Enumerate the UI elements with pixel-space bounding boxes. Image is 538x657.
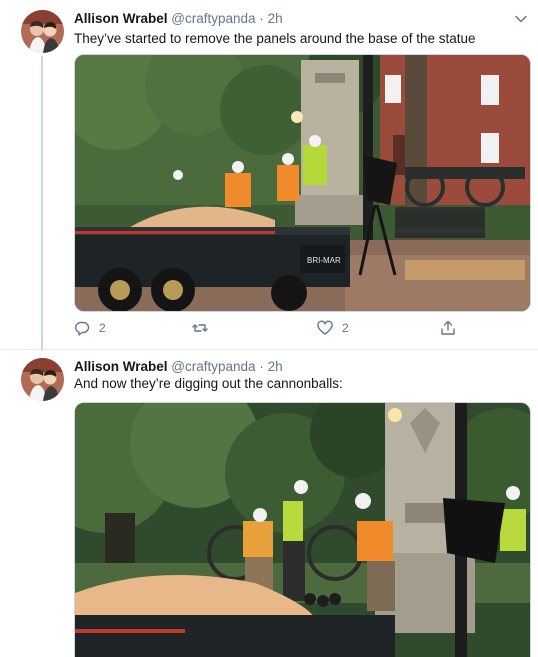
like-button[interactable]: 2 <box>317 320 349 336</box>
reply-button[interactable]: 2 <box>74 320 106 336</box>
separator-dot: · <box>259 359 264 374</box>
avatar[interactable] <box>21 358 64 401</box>
timestamp[interactable]: 2h <box>268 11 283 26</box>
retweet-button[interactable] <box>192 320 217 336</box>
like-icon <box>317 320 333 335</box>
like-count: 2 <box>342 321 349 335</box>
author-name[interactable]: Allison Wrabel <box>74 359 168 374</box>
reply-count: 2 <box>99 321 106 335</box>
tweet-photo[interactable] <box>74 402 531 657</box>
tweet-text: And now they’re digging out the cannonba… <box>74 376 343 391</box>
author-handle[interactable]: @craftypanda <box>171 359 255 374</box>
tweet-header: Allison Wrabel @craftypanda · 2h <box>74 359 283 375</box>
trailer-sign: BRI-MAR <box>307 256 341 265</box>
author-handle[interactable]: @craftypanda <box>171 11 255 26</box>
share-button[interactable] <box>440 320 456 336</box>
avatar[interactable] <box>21 10 64 53</box>
timestamp[interactable]: 2h <box>268 359 283 374</box>
author-name[interactable]: Allison Wrabel <box>74 11 168 26</box>
tweet-text: They’ve started to remove the panels aro… <box>74 31 476 46</box>
tweet-photo[interactable]: BRI-MAR <box>74 54 531 312</box>
tweet-actions: 2 2 <box>74 320 474 340</box>
share-icon <box>441 320 455 335</box>
tweet-1[interactable]: Allison Wrabel @craftypanda · 2h They’ve… <box>0 0 538 350</box>
more-caret-icon[interactable] <box>514 12 528 26</box>
reply-icon <box>75 321 90 336</box>
tweet-header: Allison Wrabel @craftypanda · 2h <box>74 11 283 27</box>
thread-line <box>41 56 43 350</box>
separator-dot: · <box>259 11 264 26</box>
retweet-icon <box>192 324 208 332</box>
tweet-2[interactable]: Allison Wrabel @craftypanda · 2h And now… <box>0 350 538 657</box>
